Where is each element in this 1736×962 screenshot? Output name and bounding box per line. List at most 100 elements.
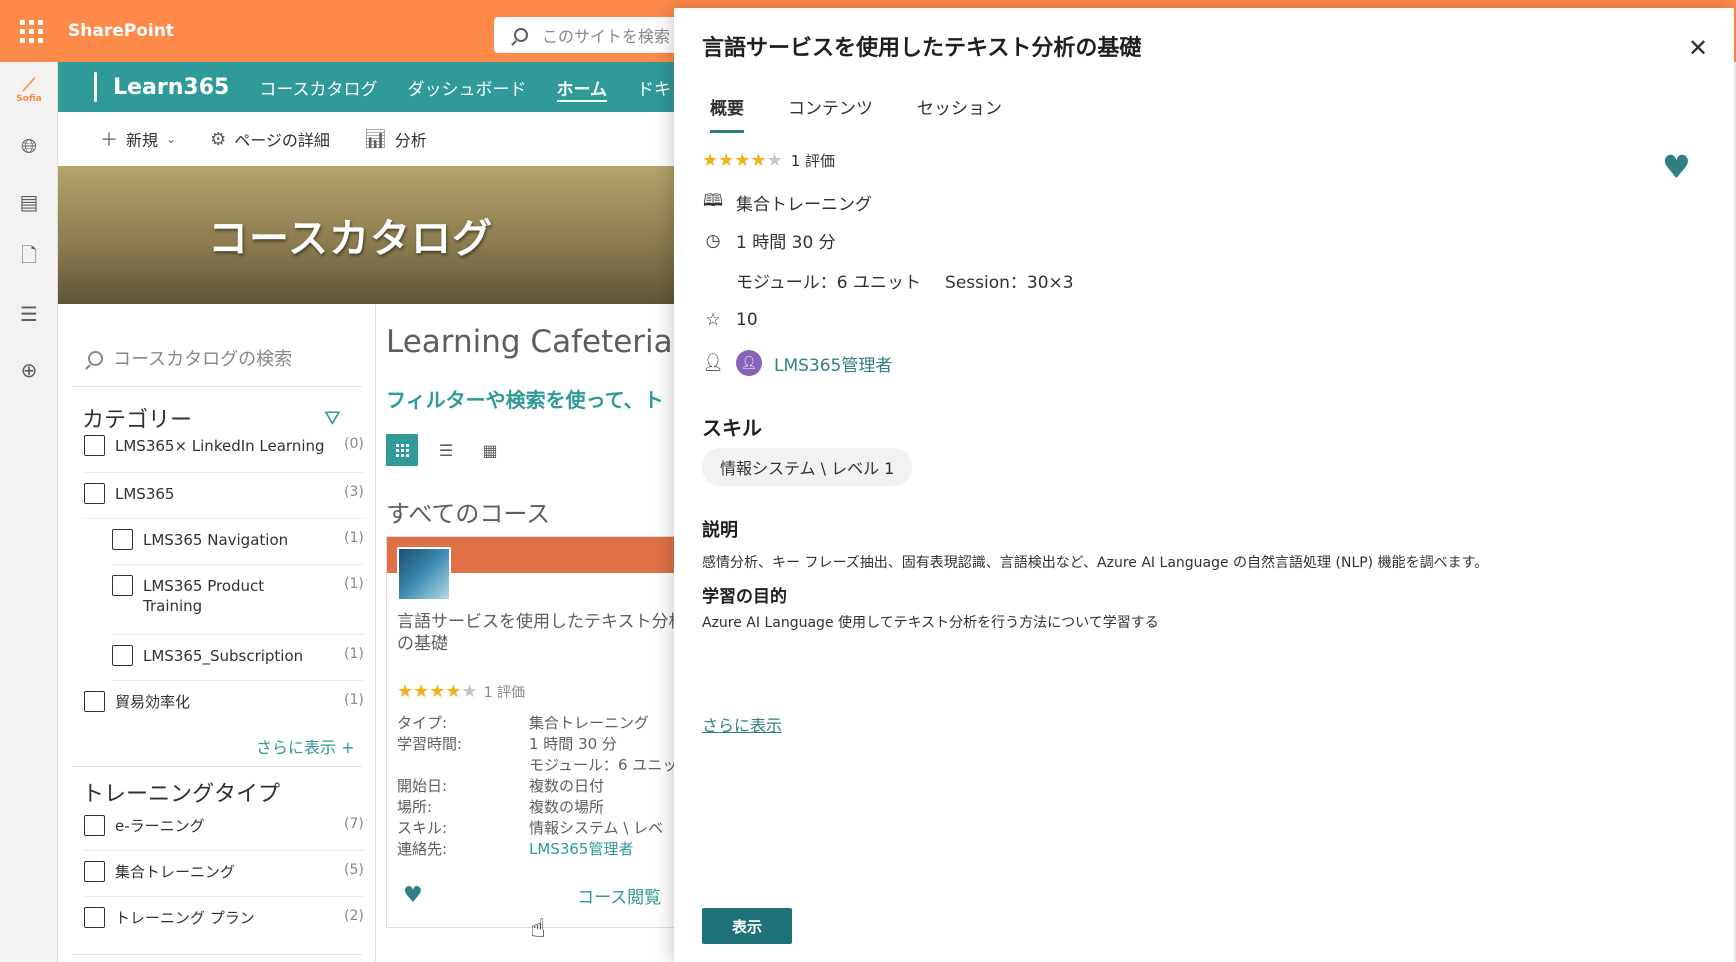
add-icon[interactable]: ⊕ [0,342,58,398]
divider [72,766,362,767]
command-bar: ＋ 新規 ⌄ ⚙ ページの詳細 📊︎ 分析 [58,112,688,166]
hand-cursor-icon: ☝ [530,914,546,944]
category-checkbox[interactable]: LMS365_Subscription (1) [112,645,364,666]
calendar-view-button[interactable]: ▦ [474,434,506,466]
course-card-rating: ★★★★★ 1 評価 [397,681,526,702]
person-icon: 👤︎ [702,353,724,373]
all-courses-heading: すべてのコース [386,500,551,528]
filter-icon[interactable]: ⛛ [324,406,341,430]
course-detail-panel: 言語サービスを使用したテキスト分析の基礎 ✕ 概要 コンテンツ セッション ★★… [674,8,1734,962]
list-icon[interactable]: ☰ [0,286,58,342]
training-type-checkbox[interactable]: e-ラーニング (7) [84,815,364,836]
duration-row: ◷ 1 時間 30 分 [702,228,836,254]
catalog-subheading: フィルターや検索を使って、ト [386,388,664,412]
modules-row: モジュール：6 ユニット Session：30×3 [736,273,1074,293]
site-name[interactable]: Learn365 [113,75,229,100]
analytics-button[interactable]: 📊︎ 分析 [364,127,427,151]
contact-link[interactable]: LMS365管理者 [529,839,633,860]
view-switcher: ☰ ▦ [386,434,506,466]
view-button[interactable]: 表示 [702,908,792,944]
site-logo[interactable] [94,72,98,102]
chevron-down-icon: ⌄ [166,132,177,146]
training-type-checkbox[interactable]: トレーニング プラン (2) [84,907,364,928]
panel-tabs: 概要 コンテンツ セッション [702,90,1010,133]
divider [72,954,362,955]
category-checkbox[interactable]: LMS365 Product Training (1) [112,575,364,616]
new-button[interactable]: ＋ 新規 ⌄ [100,126,176,152]
clock-icon: ◷ [705,230,721,251]
filter-panel: コースカタログの検索 カテゴリー ⛛ LMS365× LinkedIn Lear… [58,304,376,962]
contact-row: 👤︎ 👤︎ LMS365管理者 [702,350,892,376]
close-icon[interactable]: ✕ [1684,34,1712,62]
search-icon [88,350,103,366]
catalog-search-input[interactable]: コースカタログの検索 [88,340,358,376]
checkbox[interactable] [84,861,105,882]
learning-goal-text: Azure AI Language 使用してテキスト分析を行う方法について学習す… [702,615,1159,631]
sofia-logo: ⁄ Sofia [16,74,42,104]
panel-title: 言語サービスを使用したテキスト分析の基礎 [702,36,1142,61]
training-type-title: トレーニングタイプ [82,782,281,807]
learning-goal-heading: 学習の目的 [702,587,787,607]
star-rating-icon: ★★★★★ [397,681,478,702]
avatar: 👤︎ [736,350,762,376]
sharepoint-title[interactable]: SharePoint [68,21,174,41]
checkbox[interactable] [84,483,105,504]
gear-icon: ⚙ [210,128,227,150]
checkbox[interactable] [112,645,133,666]
nav-course-catalog[interactable]: コースカタログ [259,62,377,112]
checkbox[interactable] [84,435,105,456]
grid-view-button[interactable] [386,434,418,466]
site-navigation: コースカタログ ダッシュボード ホーム ドキュ [259,62,688,112]
show-more-link[interactable]: さらに表示 [702,712,782,736]
grid-icon [395,443,409,457]
checkbox[interactable] [112,529,133,550]
app-bar: ⁄ Sofia 🌐︎ ▤ 🗋 ☰ ⊕ [0,62,58,962]
course-thumbnail [397,547,451,601]
show-more-categories-link[interactable]: さらに表示 + [256,734,355,758]
contact-link[interactable]: LMS365管理者 [774,351,892,376]
star-list-icon: ☆ [705,310,721,330]
globe-icon[interactable]: 🌐︎ [0,118,58,174]
list-icon: ☰ [438,440,454,460]
sofia-logo-button[interactable]: ⁄ Sofia [0,62,58,118]
training-type-row: 🕮 集合トレーニング [702,188,872,217]
checkbox[interactable] [112,575,133,596]
tab-content[interactable]: コンテンツ [780,90,881,133]
nav-home[interactable]: ホーム [556,62,607,112]
checkbox[interactable] [84,815,105,836]
category-checkbox[interactable]: LMS365 Navigation (1) [112,529,364,550]
course-card[interactable]: 言語サービスを使用したテキスト分析の基礎 ★★★★★ 1 評価 タイプ: 集合トレ… [386,536,688,928]
tab-sessions[interactable]: セッション [909,90,1010,133]
catalog-heading: Learning Cafeteria [386,324,673,360]
search-icon [514,28,528,42]
category-checkbox[interactable]: LMS365× LinkedIn Learning (0) [84,435,364,456]
skill-heading: スキル [702,416,762,440]
hero-banner: コースカタログ [58,166,688,304]
panel-rating: ★★★★★ 1 評価 [702,150,835,171]
training-type-checkbox[interactable]: 集合トレーニング (5) [84,861,364,882]
favorite-heart-icon[interactable]: ♥ [403,883,423,908]
plus-icon: ＋ [100,130,118,151]
checkbox[interactable] [84,907,105,928]
list-view-button[interactable]: ☰ [430,434,462,466]
category-checkbox[interactable]: 貿易効率化 (1) [84,691,364,712]
course-card-title[interactable]: 言語サービスを使用したテキスト分析の基礎 [397,611,688,655]
tab-overview[interactable]: 概要 [702,90,752,133]
chart-icon: 📊︎ [363,128,387,150]
favorite-heart-icon[interactable]: ♥ [1662,148,1691,186]
divider [72,386,362,387]
points-row: ☆ 10 [702,310,757,330]
star-rating-icon: ★★★★★ [702,150,783,171]
app-launcher-button[interactable] [0,0,62,62]
skill-tag: 情報システム \ レベル 1 [702,448,913,486]
category-checkbox[interactable]: LMS365 (3) [84,483,364,504]
nav-dashboard[interactable]: ダッシュボード [408,62,527,112]
document-icon[interactable]: 🗋 [0,230,58,286]
book-icon: 🕮 [702,191,724,211]
course-view-link[interactable]: コース閲覧 [577,883,661,908]
description-text: 感情分析、キー フレーズ抽出、固有表現認識、言語検出など、Azure AI La… [702,555,1489,571]
course-list-area: Learning Cafeteria フィルターや検索を使って、ト ☰ ▦ すべ… [376,304,688,962]
page-details-button[interactable]: ⚙ ページの詳細 [210,127,330,151]
checkbox[interactable] [84,691,105,712]
news-icon[interactable]: ▤ [0,174,58,230]
